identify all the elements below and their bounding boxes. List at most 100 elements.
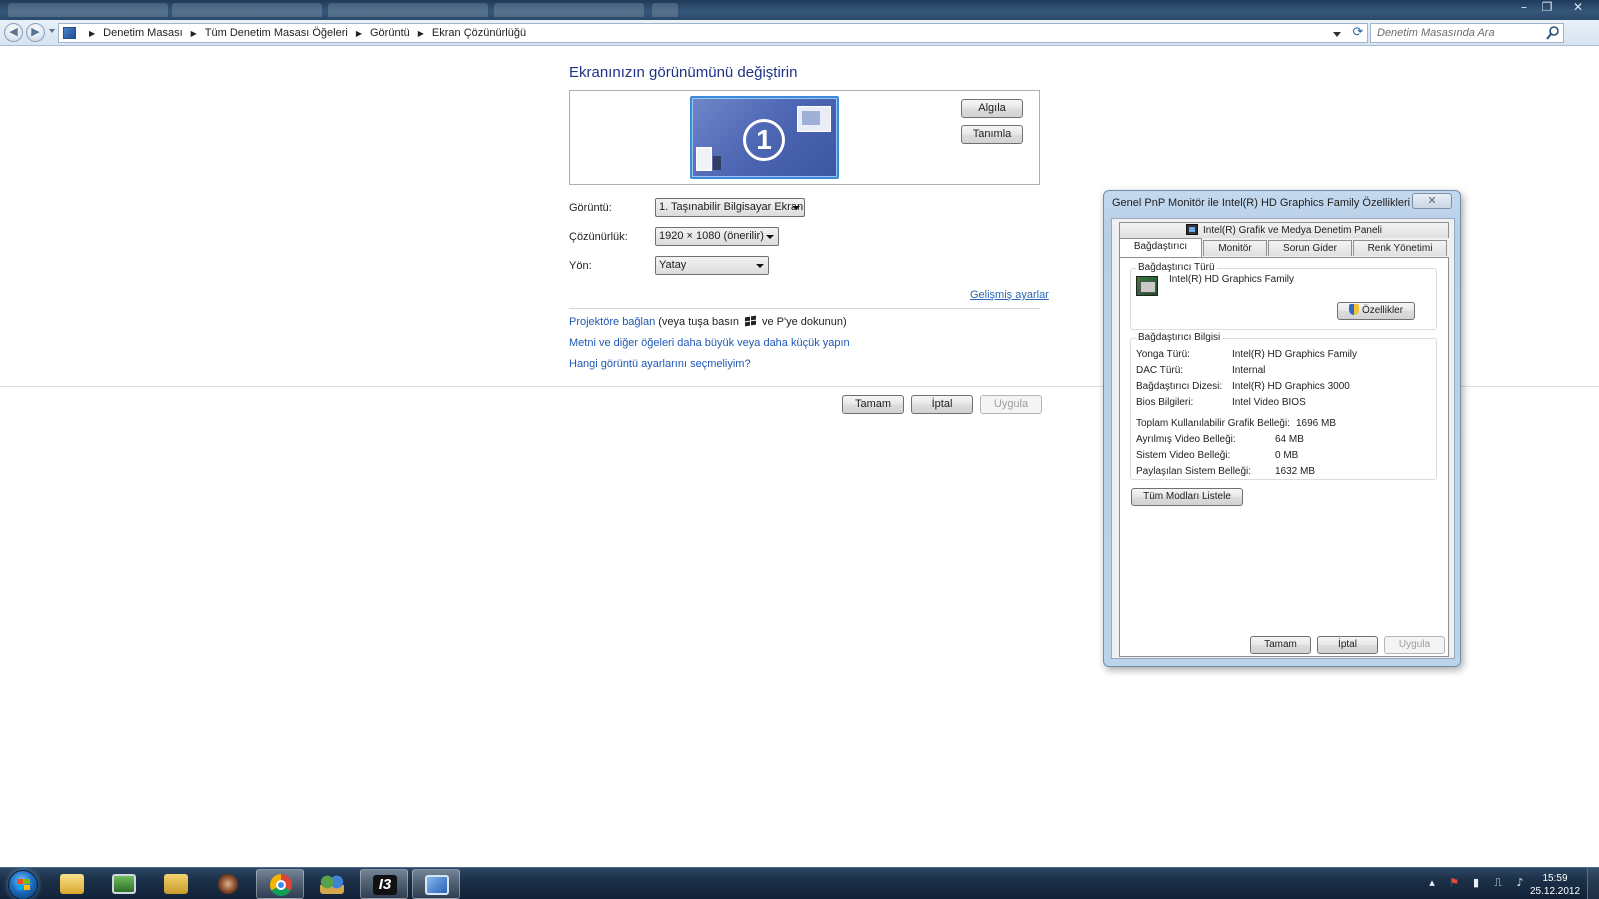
address-dropdown-icon[interactable]	[1333, 32, 1341, 37]
tab-color-management[interactable]: Renk Yönetimi	[1353, 240, 1447, 256]
graphics-card-icon	[1136, 276, 1158, 296]
taskbar-display-settings[interactable]	[412, 869, 460, 899]
back-button[interactable]: ◀	[4, 23, 23, 42]
taskbar-i3[interactable]: I3	[360, 869, 408, 899]
monitor-1-preview[interactable]: 1	[690, 96, 839, 179]
resolution-select[interactable]: 1920 × 1080 (önerilir)	[655, 227, 779, 246]
intel-panel-icon	[1186, 224, 1199, 235]
background-tab	[8, 3, 168, 17]
adapter-type-value: Intel(R) HD Graphics Family	[1169, 274, 1295, 285]
refresh-icon[interactable]: ⟳	[1349, 25, 1367, 41]
projector-link[interactable]: Projektöre bağlan	[569, 316, 655, 328]
projector-line: Projektöre bağlan (veya tuşa basın ve P'…	[569, 315, 847, 328]
ok-button[interactable]: Tamam	[842, 395, 904, 414]
orientation-select-value: Yatay	[659, 259, 687, 271]
which-settings-link[interactable]: Hangi görüntü ayarlarını seçmeliyim?	[569, 358, 751, 370]
text-size-link[interactable]: Metni ve diğer öğeleri daha büyük veya d…	[569, 337, 850, 349]
background-tab	[494, 3, 644, 17]
tab-adapter[interactable]: Bağdaştırıcı	[1119, 238, 1202, 257]
taskbar-users[interactable]	[308, 869, 356, 899]
close-icon[interactable]: ✕	[1412, 193, 1452, 209]
chip-type-value: Intel(R) HD Graphics Family	[1232, 349, 1358, 360]
page-title: Ekranınızın görünümünü değiştirin	[569, 64, 798, 81]
resolution-label: Çözünürlük:	[569, 231, 628, 243]
search-input[interactable]	[1371, 24, 1541, 42]
search-icon[interactable]	[1546, 25, 1560, 41]
search-box[interactable]	[1370, 23, 1564, 43]
recent-pages-dropdown-icon[interactable]	[49, 29, 55, 33]
monitor-number: 1	[743, 119, 785, 161]
taskbar-media[interactable]	[204, 869, 252, 899]
chrome-icon	[270, 874, 292, 896]
taskbar-explorer[interactable]	[48, 869, 96, 899]
breadcrumb-separator-icon[interactable]: ▶	[191, 29, 197, 38]
start-button[interactable]	[2, 868, 42, 899]
advanced-settings-link[interactable]: Gelişmiş ayarlar	[970, 289, 1049, 301]
media-player-icon	[218, 874, 238, 894]
projector-hint-text: (veya tuşa basın	[658, 316, 739, 328]
resolution-select-value: 1920 × 1080 (önerilir)	[659, 230, 764, 242]
clock[interactable]: 15:59 25.12.2012	[1530, 872, 1580, 898]
breadcrumb[interactable]: ▶ Denetim Masası ▶ Tüm Denetim Masası Öğ…	[58, 23, 1368, 43]
tab-monitor[interactable]: Monitör	[1203, 240, 1267, 256]
orientation-label: Yön:	[569, 260, 592, 272]
breadcrumb-separator-icon[interactable]: ▶	[356, 29, 362, 38]
system-video-memory-label: Sistem Video Belleği:	[1136, 450, 1231, 461]
monitor-preview-panel: 1 Algıla Tanımla	[569, 90, 1040, 185]
chevron-up-icon[interactable]: ▴	[1425, 876, 1439, 890]
dac-type-label: DAC Türü:	[1136, 365, 1184, 376]
dialog-title: Genel PnP Monitör ile Intel(R) HD Graphi…	[1112, 197, 1411, 209]
tab-intel-control-panel[interactable]: Intel(R) Grafik ve Medya Denetim Paneli	[1119, 222, 1449, 238]
dialog-apply-button[interactable]: Uygula	[1384, 636, 1445, 654]
breadcrumb-control-panel[interactable]: Denetim Masası	[103, 27, 182, 39]
clock-time: 15:59	[1542, 873, 1568, 884]
minimize-icon[interactable]: –	[1512, 0, 1536, 16]
battery-icon[interactable]: ▮	[1469, 876, 1483, 890]
users-icon	[320, 874, 344, 894]
which-settings-line: Hangi görüntü ayarlarını seçmeliyim?	[569, 358, 751, 370]
folder-icon	[60, 874, 84, 894]
properties-button[interactable]: Özellikler	[1337, 302, 1415, 320]
tab-troubleshoot[interactable]: Sorun Gider	[1268, 240, 1352, 256]
taskbar-chrome[interactable]	[256, 869, 304, 899]
volume-icon[interactable]: ♪	[1513, 876, 1527, 890]
display-settings-icon	[425, 875, 449, 895]
dialog-ok-button[interactable]: Tamam	[1250, 636, 1311, 654]
display-select[interactable]: 1. Taşınabilir Bilgisayar Ekranı	[655, 198, 805, 217]
chevron-down-icon	[766, 235, 774, 239]
computer-icon	[112, 874, 136, 894]
window-title-strip: – ❐ ✕	[0, 0, 1599, 20]
system-video-memory-value: 0 MB	[1275, 450, 1299, 461]
shield-icon	[1348, 304, 1359, 315]
adapter-string-value: Intel(R) HD Graphics 3000	[1232, 381, 1350, 392]
detect-button[interactable]: Algıla	[961, 99, 1023, 118]
dedicated-memory-label: Ayrılmış Video Belleği:	[1136, 434, 1236, 445]
list-all-modes-button[interactable]: Tüm Modları Listele	[1131, 488, 1243, 506]
breadcrumb-screen-resolution[interactable]: Ekran Çözünürlüğü	[432, 27, 526, 39]
taskbar-computer[interactable]	[100, 869, 148, 899]
breadcrumb-all-items[interactable]: Tüm Denetim Masası Öğeleri	[205, 27, 348, 39]
restore-icon[interactable]: ❐	[1535, 0, 1559, 16]
orientation-select[interactable]: Yatay	[655, 256, 769, 275]
system-tray: ▴ ⚑ ▮ ⎍ ♪	[1425, 876, 1527, 890]
cancel-button[interactable]: İptal	[911, 395, 973, 414]
windows-key-icon	[744, 315, 757, 328]
taskbar-file-manager[interactable]	[152, 869, 200, 899]
forward-button[interactable]: ▶	[26, 23, 45, 42]
address-bar: ◀ ▶ ▶ Denetim Masası ▶ Tüm Denetim Masas…	[0, 20, 1599, 46]
shared-memory-value: 1632 MB	[1275, 466, 1316, 477]
network-icon[interactable]: ⎍	[1491, 876, 1505, 890]
dedicated-memory-value: 64 MB	[1275, 434, 1304, 445]
dialog-cancel-button[interactable]: İptal	[1317, 636, 1378, 654]
identify-button[interactable]: Tanımla	[961, 125, 1023, 144]
breadcrumb-display[interactable]: Görüntü	[370, 27, 410, 39]
action-center-flag-icon[interactable]: ⚑	[1447, 876, 1461, 890]
breadcrumb-separator-icon[interactable]: ▶	[418, 29, 424, 38]
control-panel-icon	[63, 27, 76, 39]
apply-button[interactable]: Uygula	[980, 395, 1042, 414]
close-icon[interactable]: ✕	[1566, 0, 1590, 16]
breadcrumb-separator-icon[interactable]: ▶	[89, 29, 95, 38]
chip-type-label: Yonga Türü:	[1136, 349, 1190, 360]
show-desktop-button[interactable]	[1587, 868, 1599, 899]
taskbar: I3 ▴ ⚑ ▮ ⎍ ♪ 15:59 25.12.2012	[0, 867, 1599, 899]
